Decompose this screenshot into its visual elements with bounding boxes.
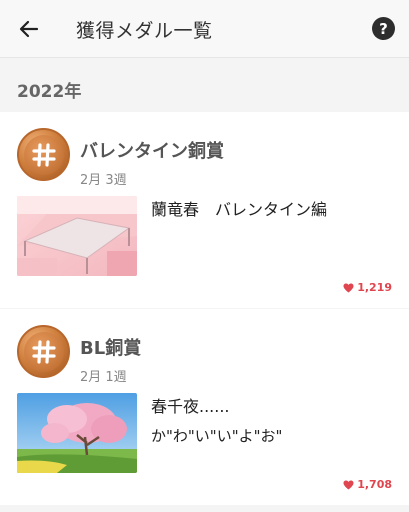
bronze-medal-icon xyxy=(17,325,70,378)
help-button[interactable]: ? xyxy=(372,17,395,40)
work-title: 春千夜...... xyxy=(151,397,230,416)
like-count: 1,219 xyxy=(343,281,392,294)
hashtag-icon xyxy=(31,142,56,167)
like-count: 1,708 xyxy=(343,478,392,491)
heart-icon xyxy=(343,282,354,293)
award-week: 2月 3週 xyxy=(80,173,127,188)
award-week: 2月 1週 xyxy=(80,370,127,385)
work-thumbnail[interactable] xyxy=(17,196,137,276)
heart-icon xyxy=(343,479,354,490)
bronze-medal-icon xyxy=(17,128,70,181)
award-name: BL銅賞 xyxy=(80,338,142,359)
work-subtitle: か"わ"い"い"よ"お" xyxy=(151,427,283,445)
year-heading: 2022年 xyxy=(17,82,82,102)
back-button[interactable] xyxy=(14,14,44,44)
like-count-value: 1,219 xyxy=(357,281,392,294)
medal-card[interactable]: BL銅賞 2月 1週 春千夜...... か"わ"い"い"よ"お" 1,708 xyxy=(0,309,409,505)
page-title: 獲得メダル一覧 xyxy=(76,20,213,42)
help-icon: ? xyxy=(379,19,388,38)
work-title: 蘭竜春 バレンタイン編 xyxy=(151,200,328,219)
hashtag-icon xyxy=(31,339,56,364)
award-name: バレンタイン銅賞 xyxy=(80,141,224,162)
arrow-left-icon xyxy=(19,20,39,38)
app-bar: 獲得メダル一覧 ? xyxy=(0,0,409,58)
like-count-value: 1,708 xyxy=(357,478,392,491)
medal-card[interactable]: バレンタイン銅賞 2月 3週 蘭竜春 バレンタイン編 1,219 xyxy=(0,112,409,308)
work-thumbnail[interactable] xyxy=(17,393,137,473)
